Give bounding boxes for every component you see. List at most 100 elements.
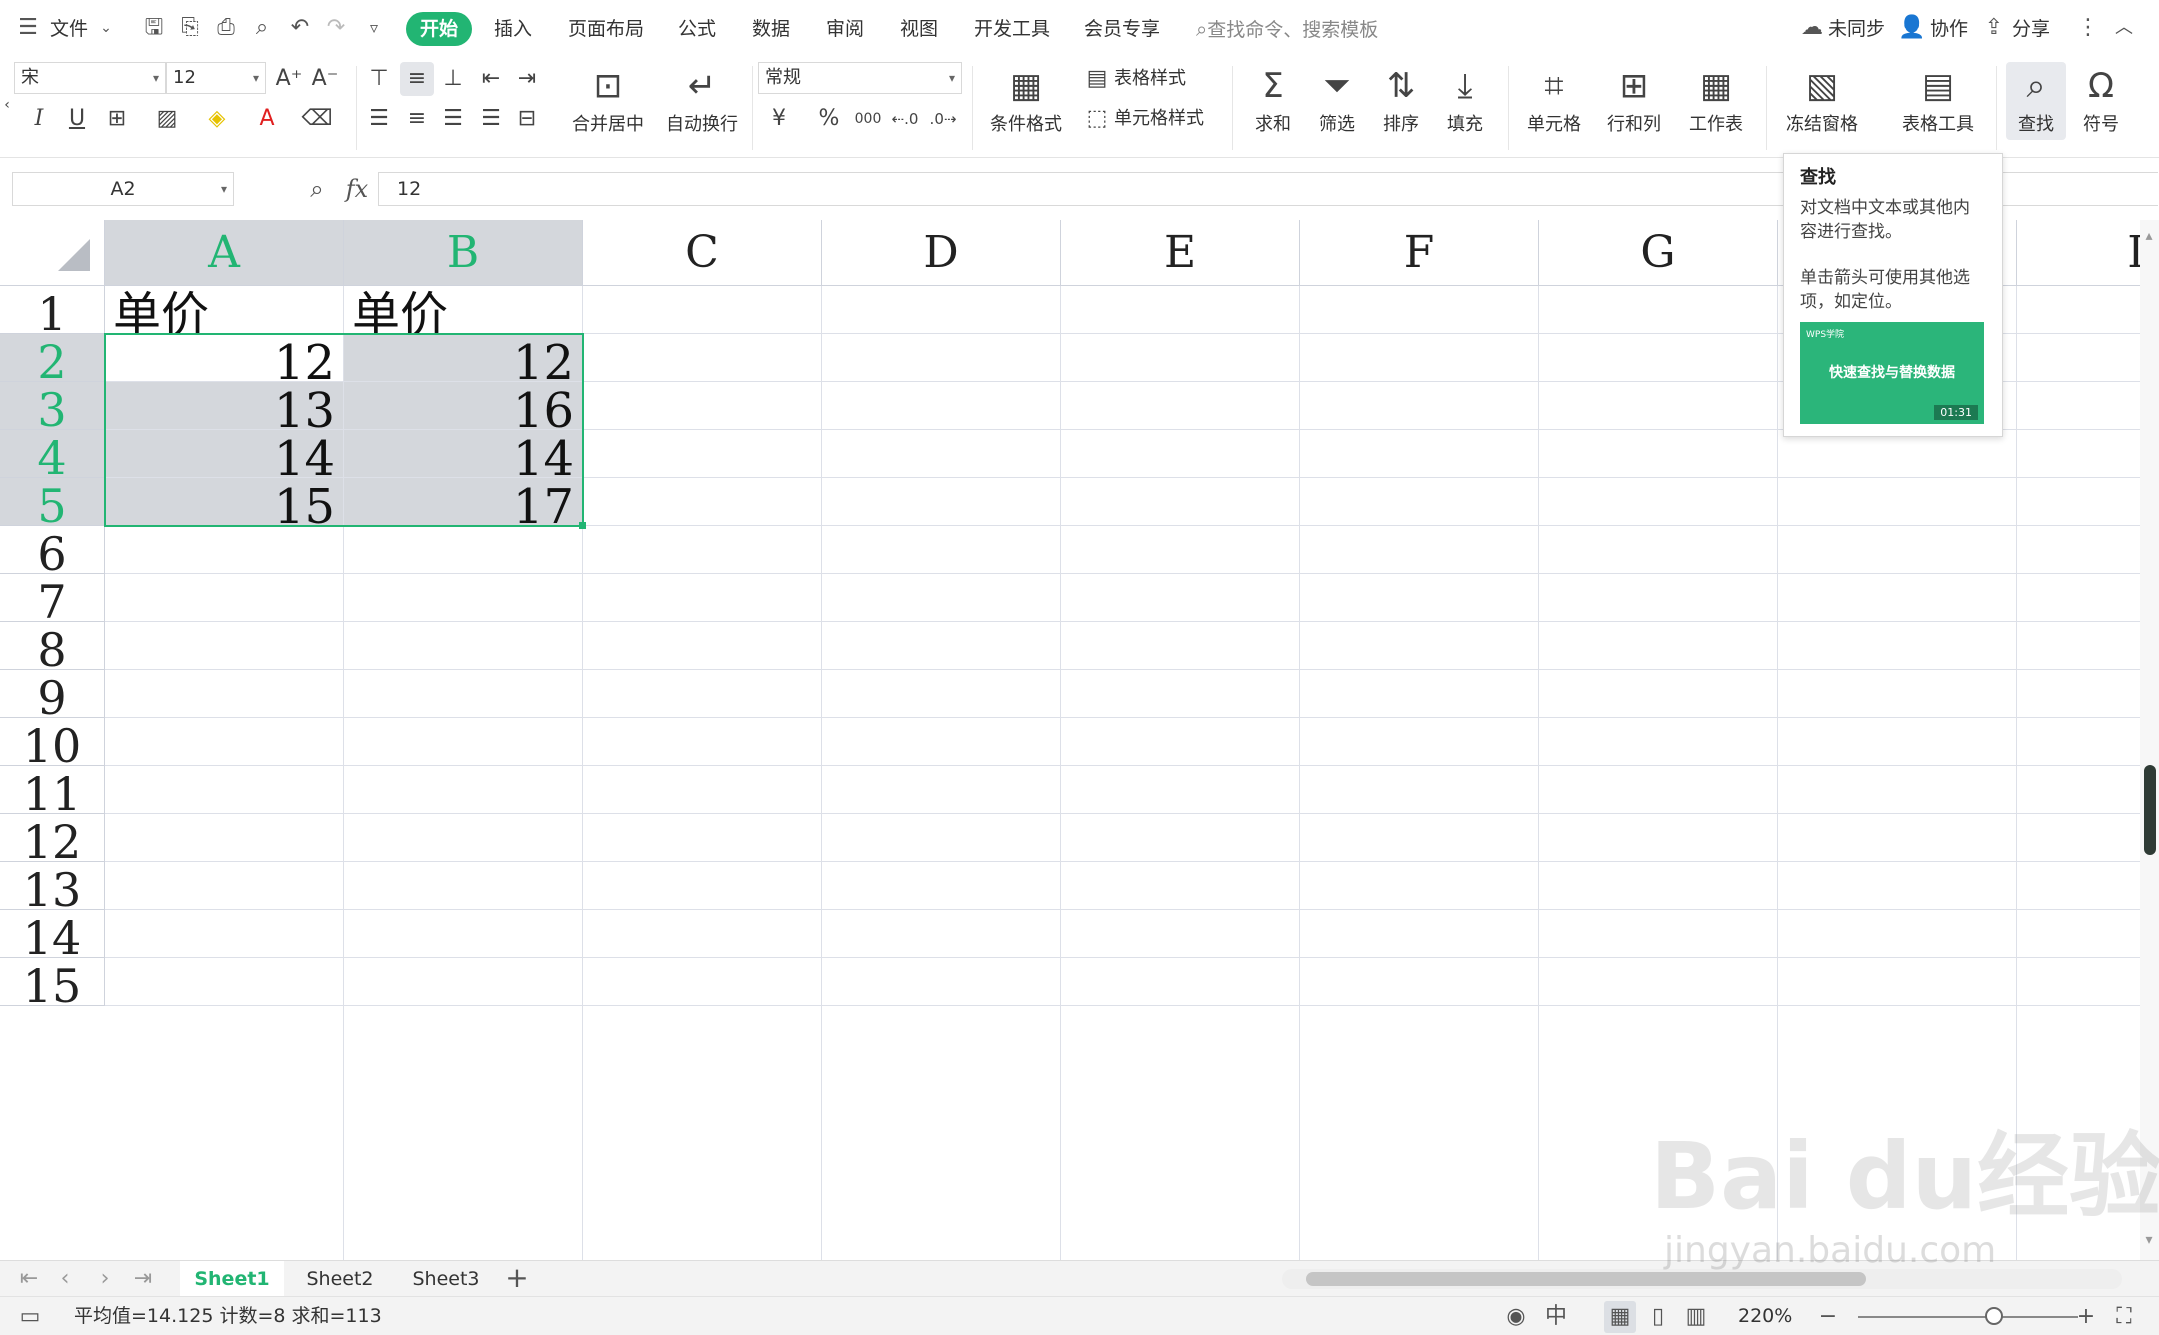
scroll-down-icon[interactable]: ▾ <box>2134 1224 2159 1256</box>
sheet-tab-1[interactable]: Sheet1 <box>180 1261 284 1297</box>
percent-format-icon[interactable]: % <box>812 102 846 136</box>
font-name-select[interactable]: 宋 ▾ <box>14 62 166 94</box>
vertical-scrollbar[interactable]: ▴ ▾ <box>2140 220 2159 1260</box>
justify-icon[interactable]: ☰ <box>474 102 508 136</box>
cloud-sync-icon[interactable]: ☁ <box>1798 14 1826 42</box>
italic-icon[interactable]: I <box>22 102 56 136</box>
align-top-icon[interactable]: ⊤ <box>362 62 396 96</box>
undo-icon[interactable]: ↶ <box>286 14 314 42</box>
row-header-5[interactable]: 5 <box>0 478 105 533</box>
tab-developer[interactable]: 开发工具 <box>974 12 1050 46</box>
horizontal-scrollbar[interactable] <box>1282 1269 2122 1289</box>
cell-b4[interactable]: 14 <box>344 430 582 477</box>
column-header-b[interactable]: B <box>344 220 583 286</box>
zoom-level[interactable]: 220% <box>1738 1297 1792 1335</box>
save-icon[interactable]: 🖫 <box>140 14 168 42</box>
redo-icon[interactable]: ↷ <box>322 14 350 42</box>
align-right-icon[interactable]: ☰ <box>436 102 470 136</box>
zoom-formula-icon[interactable]: ⌕ <box>300 172 334 206</box>
collapse-ribbon-icon[interactable]: ︿ <box>2110 14 2138 42</box>
tab-insert[interactable]: 插入 <box>494 12 532 46</box>
insert-function-icon[interactable]: fx <box>340 172 374 206</box>
increase-indent-icon[interactable]: ⇥ <box>510 62 544 96</box>
worksheet-button[interactable]: ▦ 工作表 <box>1680 62 1752 140</box>
merge-center-button[interactable]: ⊡ 合并居中 <box>560 62 656 140</box>
row-header-14[interactable]: 14 <box>0 910 105 965</box>
fullscreen-icon[interactable]: ⛶ <box>2108 1301 2140 1333</box>
zoom-in-icon[interactable]: + <box>2070 1301 2102 1333</box>
normal-view-icon[interactable]: ▦ <box>1604 1301 1636 1333</box>
add-sheet-icon[interactable]: + <box>502 1261 532 1297</box>
thousands-separator-icon[interactable]: 000 <box>848 102 888 136</box>
cell-style-button[interactable]: 单元格样式 <box>1114 103 1204 135</box>
tab-start[interactable]: 开始 <box>406 12 472 46</box>
align-left-icon[interactable]: ☰ <box>362 102 396 136</box>
row-header-9[interactable]: 9 <box>0 670 105 725</box>
align-center-icon[interactable]: ≡ <box>400 102 434 136</box>
tab-view[interactable]: 视图 <box>900 12 938 46</box>
fill-button[interactable]: ⤓ 填充 <box>1436 62 1494 140</box>
cell-a2[interactable]: 12 <box>105 334 343 381</box>
zoom-slider-track[interactable] <box>1858 1316 2078 1318</box>
cell-a1[interactable]: 单价 <box>105 286 343 333</box>
align-bottom-icon[interactable]: ⊥ <box>436 62 470 96</box>
table-tools-button[interactable]: ▤ 表格工具 <box>1892 62 1984 140</box>
vertical-scroll-thumb[interactable] <box>2144 765 2156 855</box>
decrease-font-icon[interactable]: A⁻ <box>308 62 342 96</box>
cell-b1[interactable]: 单价 <box>344 286 582 333</box>
collaborate-button[interactable]: 协作 <box>1930 12 1968 46</box>
row-header-7[interactable]: 7 <box>0 574 105 629</box>
ribbon-scroll-left-icon[interactable]: ‹ <box>0 88 14 122</box>
zoom-out-icon[interactable]: − <box>1812 1301 1844 1333</box>
page-layout-view-icon[interactable]: ▯ <box>1642 1301 1674 1333</box>
row-header-1[interactable]: 1 <box>0 286 105 341</box>
tab-page-layout[interactable]: 页面布局 <box>568 12 644 46</box>
input-method-icon[interactable]: 中 <box>1540 1301 1572 1333</box>
sync-status[interactable]: 未同步 <box>1828 12 1885 46</box>
export-pdf-icon[interactable]: ⎘ <box>176 14 204 42</box>
filter-button[interactable]: ⏷ 筛选 <box>1308 62 1366 140</box>
row-header-6[interactable]: 6 <box>0 526 105 581</box>
next-sheet-icon[interactable]: › <box>90 1263 120 1295</box>
customize-dropdown-icon[interactable]: ▿ <box>360 14 388 42</box>
chevron-down-icon[interactable]: ⌄ <box>92 14 120 42</box>
cell-b5[interactable]: 17 <box>344 478 582 525</box>
scroll-up-icon[interactable]: ▴ <box>2134 220 2159 252</box>
font-color-icon[interactable]: A <box>250 102 284 136</box>
collaborate-icon[interactable]: 👤 <box>1898 14 1926 42</box>
currency-format-icon[interactable]: ¥ <box>762 102 796 136</box>
tab-membership[interactable]: 会员专享 <box>1084 12 1160 46</box>
sheet-tab-2[interactable]: Sheet2 <box>290 1261 390 1297</box>
column-header-d[interactable]: D <box>822 220 1061 286</box>
command-search[interactable]: ⌕查找命令、搜索模板 <box>1196 12 1378 46</box>
macro-record-icon[interactable]: ▭ <box>14 1301 46 1333</box>
cell-b3[interactable]: 16 <box>344 382 582 429</box>
number-format-select[interactable]: 常规 ▾ <box>758 62 962 94</box>
tab-formulas[interactable]: 公式 <box>678 12 716 46</box>
cell-a5[interactable]: 15 <box>105 478 343 525</box>
cell-a3[interactable]: 13 <box>105 382 343 429</box>
fill-color-icon[interactable]: ◈ <box>200 102 234 136</box>
tab-data[interactable]: 数据 <box>752 12 790 46</box>
conditional-format-button[interactable]: ▦ 条件格式 <box>980 62 1072 140</box>
column-header-a[interactable]: A <box>105 220 344 286</box>
wrap-text-button[interactable]: ↵ 自动换行 <box>662 62 742 140</box>
symbol-button[interactable]: Ω 符号 <box>2072 62 2130 140</box>
decrease-indent-icon[interactable]: ⇤ <box>474 62 508 96</box>
row-header-8[interactable]: 8 <box>0 622 105 677</box>
row-header-11[interactable]: 11 <box>0 766 105 821</box>
tooltip-video-thumbnail[interactable]: WPS学院 快速查找与替换数据 01:31 <box>1800 322 1984 424</box>
increase-font-icon[interactable]: A⁺ <box>272 62 306 96</box>
font-size-select[interactable]: 12 ▾ <box>166 62 266 94</box>
table-style-button[interactable]: 表格样式 <box>1114 63 1186 95</box>
file-menu[interactable]: 文件 <box>50 12 88 46</box>
page-break-view-icon[interactable]: ▥ <box>1680 1301 1712 1333</box>
cell-a4[interactable]: 14 <box>105 430 343 477</box>
row-header-15[interactable]: 15 <box>0 958 105 1013</box>
row-header-12[interactable]: 12 <box>0 814 105 869</box>
row-column-button[interactable]: ⊞ 行和列 <box>1598 62 1670 140</box>
fill-pattern-icon[interactable]: ▨ <box>150 102 184 136</box>
last-sheet-icon[interactable]: ⇥ <box>128 1263 158 1295</box>
column-header-e[interactable]: E <box>1061 220 1300 286</box>
print-icon[interactable]: ⎙ <box>212 14 240 42</box>
